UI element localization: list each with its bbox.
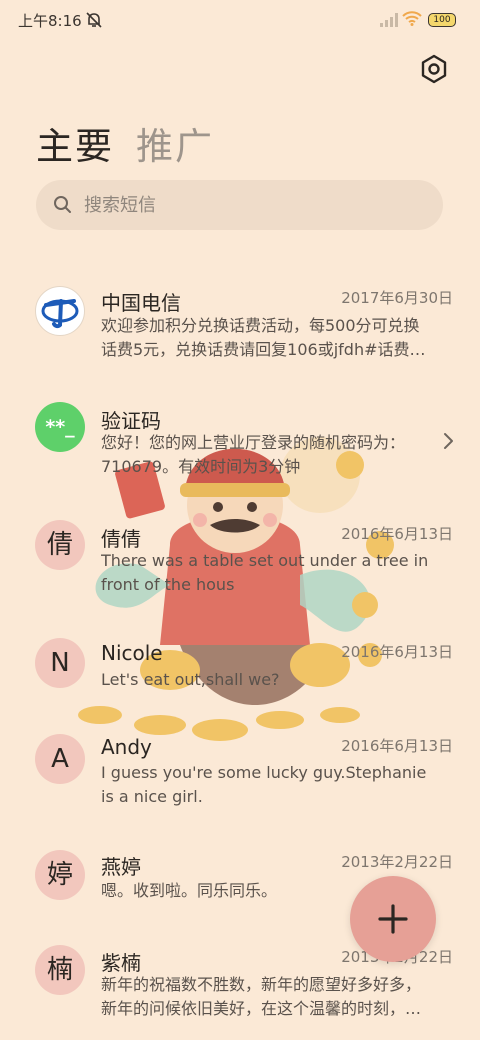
message-snippet-line1: 您好！您的网上营业厅登录的随机密码为： bbox=[101, 433, 406, 452]
status-time: 上午8:16 bbox=[18, 12, 82, 30]
avatar: 倩 bbox=[35, 520, 85, 570]
message-snippet-line2: 话费5元，兑换话费请回复106或jfdh#话费… bbox=[101, 340, 426, 359]
list-item[interactable]: **_ 验证码 您好！您的网上营业厅登录的随机密码为： 710679。有效时间为… bbox=[0, 400, 480, 490]
search-input[interactable] bbox=[84, 180, 424, 230]
contact-name: 紫楠 bbox=[101, 951, 141, 975]
tab-promo[interactable]: 推广 bbox=[136, 116, 214, 170]
message-date: 2016年6月13日 bbox=[341, 737, 453, 755]
avatar: N bbox=[35, 638, 85, 688]
contact-name: 燕婷 bbox=[101, 855, 141, 879]
message-date: 2016年6月13日 bbox=[341, 643, 453, 661]
message-snippet-line1: 新年的祝福数不胜数，新年的愿望好多好多， bbox=[101, 975, 422, 994]
list-item[interactable]: A Andy 2016年6月13日 I guess you're some lu… bbox=[0, 730, 480, 820]
avatar: A bbox=[35, 734, 85, 784]
contact-name: 验证码 bbox=[101, 409, 161, 433]
china-telecom-logo-icon bbox=[41, 299, 79, 329]
signal-icon bbox=[380, 12, 398, 31]
message-snippet-line2: front of the hous bbox=[101, 575, 235, 594]
avatar: 楠 bbox=[35, 945, 85, 995]
settings-button[interactable] bbox=[418, 53, 450, 85]
message-snippet-line1: I guess you're some lucky guy.Stephanie bbox=[101, 763, 427, 782]
mute-icon bbox=[84, 10, 104, 34]
battery-icon: 100 bbox=[428, 13, 456, 27]
list-item[interactable]: N Nicole 2016年6月13日 Let's eat out,shall … bbox=[0, 634, 480, 704]
message-snippet-line2: 新年的问候依旧美好，在这个温馨的时刻，… bbox=[101, 999, 422, 1018]
message-date: 2016年6月13日 bbox=[341, 525, 453, 543]
contact-name: 中国电信 bbox=[101, 291, 181, 315]
message-snippet-line2: is a nice girl. bbox=[101, 787, 203, 806]
list-item[interactable]: 倩 倩倩 2016年6月13日 There was a table set ou… bbox=[0, 516, 480, 606]
avatar bbox=[35, 286, 85, 336]
avatar: 婷 bbox=[35, 850, 85, 900]
message-snippet-line1: 欢迎参加积分兑换话费活动，每500分可兑换 bbox=[101, 316, 420, 335]
avatar: **_ bbox=[35, 402, 85, 452]
list-item[interactable]: 中国电信 2017年6月30日 欢迎参加积分兑换话费活动，每500分可兑换 话费… bbox=[0, 280, 480, 370]
tab-main[interactable]: 主要 bbox=[36, 116, 114, 170]
message-snippet-line1: Let's eat out,shall we? bbox=[101, 670, 280, 689]
new-message-button[interactable] bbox=[350, 876, 436, 962]
search-bar[interactable] bbox=[36, 180, 443, 230]
message-date: 2013年2月22日 bbox=[341, 853, 453, 871]
message-snippet-line2: 710679。有效时间为3分钟 bbox=[101, 457, 301, 476]
hexagon-settings-icon bbox=[421, 54, 447, 84]
wifi-icon bbox=[402, 11, 422, 30]
plus-icon bbox=[378, 904, 408, 934]
status-bar: 上午8:16 100 bbox=[0, 0, 480, 40]
contact-name: Andy bbox=[101, 735, 152, 759]
contact-name: Nicole bbox=[101, 641, 163, 665]
message-snippet-line1: There was a table set out under a tree i… bbox=[101, 551, 429, 570]
search-icon bbox=[54, 196, 71, 213]
chevron-right-icon[interactable] bbox=[441, 432, 455, 450]
message-date: 2017年6月30日 bbox=[341, 289, 453, 307]
contact-name: 倩倩 bbox=[101, 527, 141, 551]
